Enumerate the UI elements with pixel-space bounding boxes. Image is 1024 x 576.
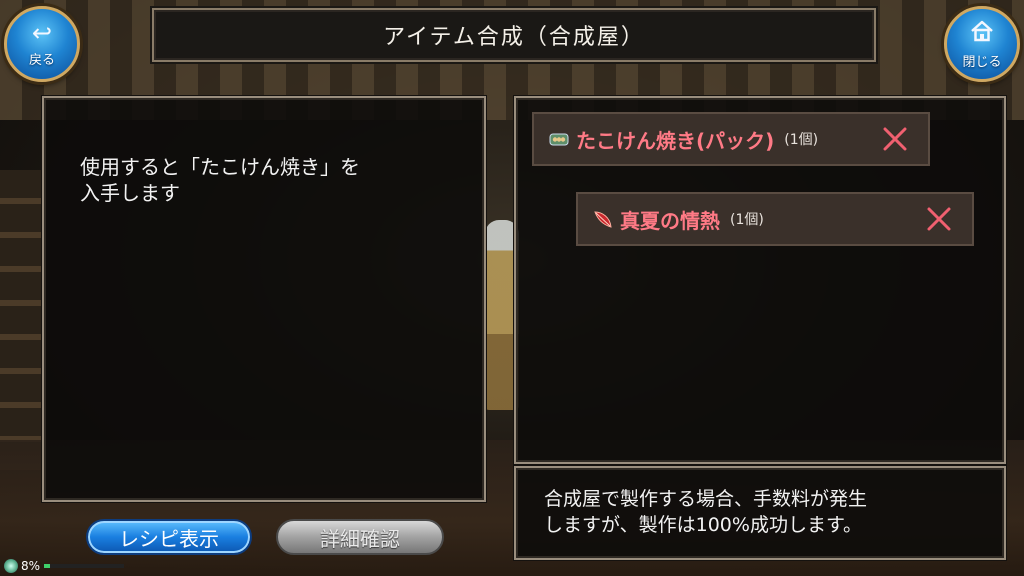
globe-icon (4, 559, 18, 573)
back-button[interactable]: ↩ 戻る (4, 6, 80, 82)
remove-ingredient-icon[interactable] (880, 124, 910, 154)
ingredient-name: 真夏の情熱 (620, 208, 720, 233)
close-button-label: 閉じる (962, 54, 1002, 70)
fee-note-text: 合成屋で製作する場合、手数料が発生 しますが、製作は100%成功します。 (544, 488, 868, 536)
ingredient-row[interactable]: たこけん焼き(パック) (1個) (532, 112, 930, 166)
status-percent: 8% (21, 559, 41, 573)
ingredient-quantity: (1個) (730, 212, 764, 228)
back-arrow-icon: ↩ (31, 18, 53, 47)
background-bookshelf (0, 170, 42, 470)
show-recipe-button[interactable]: レシピ表示 (86, 519, 252, 555)
ingredients-panel: たこけん焼き(パック) (1個) 真夏の情熱 (1個) (514, 96, 1006, 464)
back-button-label: 戻る (28, 52, 55, 68)
fee-note-panel: 合成屋で製作する場合、手数料が発生 しますが、製作は100%成功します。 (514, 466, 1006, 560)
takoken-pack-icon (548, 128, 570, 150)
status-indicator: 8% (4, 558, 125, 574)
title-bar: アイテム合成（合成屋） (152, 8, 876, 62)
red-feather-icon (592, 208, 614, 230)
remove-ingredient-icon[interactable] (924, 204, 954, 234)
description-panel: 使用すると「たこけん焼き」を 入手します (42, 96, 486, 502)
close-button[interactable]: 閉じる (944, 6, 1020, 82)
home-icon (969, 19, 995, 47)
ingredient-quantity: (1個) (784, 132, 819, 148)
item-description: 使用すると「たこけん焼き」を 入手します (80, 155, 360, 205)
details-button[interactable]: 詳細確認 (276, 519, 444, 555)
page-title: アイテム合成（合成屋） (383, 25, 645, 50)
ingredient-name: たこけん焼き(パック) (576, 128, 775, 153)
status-bar-fill (44, 564, 51, 568)
status-bar (44, 564, 125, 568)
ingredient-row[interactable]: 真夏の情熱 (1個) (576, 192, 974, 246)
